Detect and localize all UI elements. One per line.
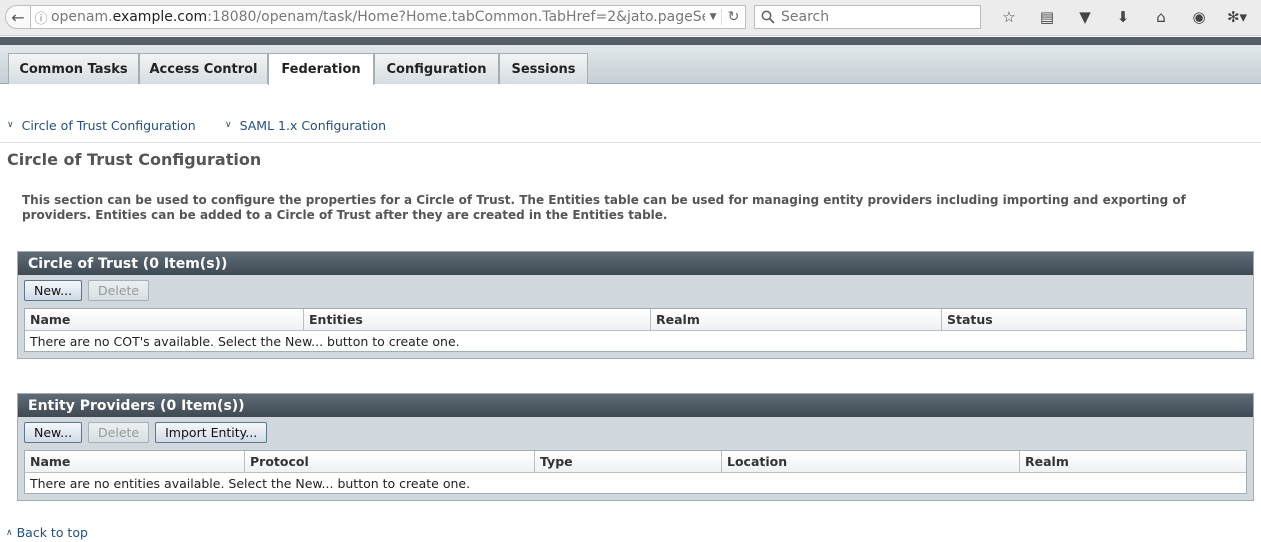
column-header-realm[interactable]: Realm	[1020, 451, 1246, 472]
home-icon[interactable]: ⌂	[1142, 6, 1180, 28]
cot-table-title: Circle of Trust (0 Item(s))	[18, 252, 1253, 275]
chat-icon[interactable]: ◉	[1180, 6, 1218, 28]
entity-new-button[interactable]: New...	[24, 421, 83, 443]
masthead-strip	[0, 37, 1261, 45]
help-text: This section can be used to configure th…	[22, 193, 1186, 222]
page-title: Circle of Trust Configuration	[7, 150, 262, 169]
subnav-cot-link[interactable]: ∨ Circle of Trust Configuration	[7, 116, 196, 134]
cot-new-button[interactable]: New...	[24, 279, 83, 301]
entity-table: Entity Providers (0 Item(s)) New... Dele…	[17, 393, 1254, 501]
subnav-cot-label[interactable]: Circle of Trust Configuration	[22, 118, 196, 133]
back-to-top-link[interactable]: ∧ Back to top	[6, 525, 88, 540]
tab-common-tasks[interactable]: Common Tasks	[8, 53, 139, 84]
pocket-icon[interactable]: ▼	[1066, 6, 1104, 28]
column-header-name[interactable]: Name	[25, 309, 304, 330]
column-header-protocol[interactable]: Protocol	[245, 451, 535, 472]
cot-delete-button: Delete	[88, 279, 150, 301]
tab-configuration[interactable]: Configuration	[374, 53, 499, 84]
search-input[interactable]	[781, 9, 971, 25]
address-bar[interactable]: ⓘ openam.example.com:18080/openam/task/H…	[30, 5, 746, 29]
double-chevron-up-icon: ∧	[6, 527, 13, 538]
cot-empty-message: There are no COT's available. Select the…	[30, 333, 460, 349]
divider	[0, 142, 1261, 143]
import-entity-button[interactable]: Import Entity...	[155, 421, 268, 443]
entity-delete-button: Delete	[88, 421, 150, 443]
double-chevron-down-icon: ∨	[7, 120, 14, 130]
column-header-name[interactable]: Name	[25, 451, 245, 472]
tab-access-control[interactable]: Access Control	[139, 53, 268, 84]
column-header-location[interactable]: Location	[722, 451, 1020, 472]
url-text[interactable]: openam.example.com:18080/openam/task/Hom…	[51, 9, 705, 25]
entity-grid: Name Protocol Type Location Realm There …	[24, 450, 1247, 494]
site-info-icon[interactable]: ⓘ	[31, 8, 51, 27]
subnav-saml1-label[interactable]: SAML 1.x Configuration	[240, 118, 387, 133]
cot-grid: Name Entities Realm Status There are no …	[24, 308, 1247, 352]
cot-table-actions: New... Delete	[18, 275, 1253, 305]
main-tab-bar: Common Tasks Access Control Federation C…	[0, 45, 1261, 85]
tab-sessions[interactable]: Sessions	[499, 53, 588, 84]
download-icon[interactable]: ⬇	[1104, 6, 1142, 28]
column-header-entities[interactable]: Entities	[304, 309, 651, 330]
column-header-status[interactable]: Status	[942, 309, 1246, 330]
search-icon	[761, 10, 775, 24]
star-icon[interactable]: ☆	[990, 6, 1028, 28]
browser-toolbar: ← ⓘ openam.example.com:18080/openam/task…	[0, 0, 1261, 36]
reading-list-icon[interactable]: ▤	[1028, 6, 1066, 28]
subnav-saml1-link[interactable]: ∨ SAML 1.x Configuration	[225, 116, 386, 134]
back-to-top-label[interactable]: Back to top	[17, 525, 88, 540]
entity-table-title: Entity Providers (0 Item(s))	[18, 394, 1253, 417]
entity-grid-header: Name Protocol Type Location Realm	[25, 451, 1246, 473]
column-header-realm[interactable]: Realm	[651, 309, 942, 330]
column-header-type[interactable]: Type	[535, 451, 722, 472]
reload-icon[interactable]: ↻	[721, 9, 745, 25]
cot-grid-header: Name Entities Realm Status	[25, 309, 1246, 331]
back-arrow-icon[interactable]: ←	[5, 5, 31, 29]
browser-search-box[interactable]	[754, 5, 981, 29]
entity-table-actions: New... Delete Import Entity...	[18, 417, 1253, 447]
tab-federation[interactable]: Federation	[268, 53, 374, 85]
cot-table: Circle of Trust (0 Item(s)) New... Delet…	[17, 251, 1254, 359]
url-dropdown-icon[interactable]: ▼	[705, 12, 721, 22]
entity-empty-message: There are no entities available. Select …	[30, 475, 471, 491]
extension-icon[interactable]: ✻▾	[1218, 6, 1256, 28]
double-chevron-down-icon: ∨	[225, 120, 232, 130]
